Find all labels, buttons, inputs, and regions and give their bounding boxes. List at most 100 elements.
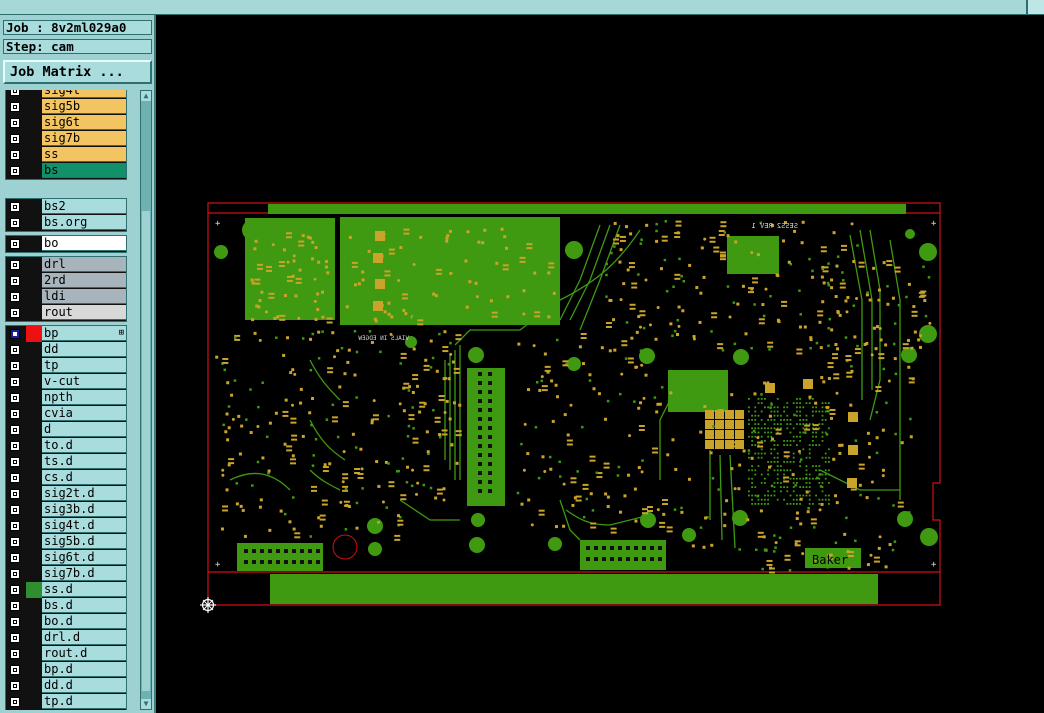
layer-row-sig2t.d[interactable]: sig2t.d <box>6 486 126 502</box>
layer-name[interactable]: dd <box>42 342 126 357</box>
layer-checkbox[interactable] <box>10 329 20 339</box>
layer-name[interactable]: bo <box>42 236 126 251</box>
layer-affected-marker[interactable] <box>26 215 42 231</box>
layer-affected-marker[interactable] <box>26 422 42 438</box>
layer-row-v-cut[interactable]: v-cut <box>6 374 126 390</box>
layer-row-cs.d[interactable]: cs.d <box>6 470 126 486</box>
layer-checkbox[interactable] <box>10 441 20 451</box>
layer-name[interactable]: bs2 <box>42 199 126 214</box>
layer-affected-marker[interactable] <box>26 598 42 614</box>
layer-row-bo[interactable]: bo <box>6 236 126 252</box>
layer-row-bs.d[interactable]: bs.d <box>6 598 126 614</box>
layer-row-rout[interactable]: rout <box>6 305 126 321</box>
layer-row-dd.d[interactable]: dd.d <box>6 678 126 694</box>
layer-affected-marker[interactable] <box>26 199 42 215</box>
layer-row-sig4t.d[interactable]: sig4t.d <box>6 518 126 534</box>
scroll-down-arrow-icon[interactable]: ▼ <box>141 699 151 709</box>
layer-name[interactable]: cvia <box>42 406 126 421</box>
layer-row-rout.d[interactable]: rout.d <box>6 646 126 662</box>
layer-checkbox[interactable] <box>10 617 20 627</box>
layer-checkbox[interactable] <box>10 649 20 659</box>
layer-name[interactable]: sig6t.d <box>42 550 126 565</box>
layer-row-ldi[interactable]: ldi <box>6 289 126 305</box>
layer-checkbox[interactable] <box>10 260 20 270</box>
layer-row-to.d[interactable]: to.d <box>6 438 126 454</box>
layer-checkbox[interactable] <box>10 345 20 355</box>
layer-affected-marker[interactable] <box>26 534 42 550</box>
layer-row-ts.d[interactable]: ts.d <box>6 454 126 470</box>
layer-affected-marker[interactable] <box>26 486 42 502</box>
layer-checkbox[interactable] <box>10 239 20 249</box>
layer-affected-marker[interactable] <box>26 257 42 273</box>
layer-affected-marker[interactable] <box>26 630 42 646</box>
layer-affected-marker[interactable] <box>26 289 42 305</box>
layer-name[interactable]: cs.d <box>42 470 126 485</box>
layer-affected-marker[interactable] <box>26 374 42 390</box>
layer-checkbox[interactable] <box>10 425 20 435</box>
layer-affected-marker[interactable] <box>26 454 42 470</box>
layer-name[interactable]: bs <box>42 163 126 178</box>
layer-affected-marker[interactable] <box>26 163 42 179</box>
layer-name[interactable]: dd.d <box>42 678 126 693</box>
layer-name[interactable]: bp ⊞ <box>42 326 126 341</box>
layer-row-sig6t.d[interactable]: sig6t.d <box>6 550 126 566</box>
layer-name[interactable]: sig7b <box>42 131 126 146</box>
layer-checkbox[interactable] <box>10 377 20 387</box>
layer-name[interactable]: sig7b.d <box>42 566 126 581</box>
layer-affected-marker[interactable] <box>26 131 42 147</box>
layer-checkbox[interactable] <box>10 166 20 176</box>
graphic-view[interactable]: SESS2 REV 1 VIALS IN EDGEW Baker + + + + <box>156 15 1044 713</box>
layer-row-bp[interactable]: bp ⊞ <box>6 326 126 342</box>
layer-row-bs2[interactable]: bs2 <box>6 199 126 215</box>
layer-name[interactable]: sig5b <box>42 99 126 114</box>
layer-checkbox[interactable] <box>10 681 20 691</box>
layer-affected-marker[interactable] <box>26 305 42 321</box>
layer-checkbox[interactable] <box>10 90 20 96</box>
layer-row-2rd[interactable]: 2rd <box>6 273 126 289</box>
layer-checkbox[interactable] <box>10 665 20 675</box>
layer-row-sig7b[interactable]: sig7b <box>6 131 126 147</box>
layer-affected-marker[interactable] <box>26 90 42 99</box>
layer-name[interactable]: ts.d <box>42 454 126 469</box>
layer-affected-marker[interactable] <box>26 273 42 289</box>
layer-checkbox[interactable] <box>10 292 20 302</box>
layer-checkbox[interactable] <box>10 150 20 160</box>
layer-name[interactable]: v-cut <box>42 374 126 389</box>
layer-checkbox[interactable] <box>10 361 20 371</box>
layer-name[interactable]: d <box>42 422 126 437</box>
layer-row-bp.d[interactable]: bp.d <box>6 662 126 678</box>
layer-affected-marker[interactable] <box>26 406 42 422</box>
layer-checkbox[interactable] <box>10 202 20 212</box>
layer-checkbox[interactable] <box>10 218 20 228</box>
layer-row-ss.d[interactable]: ss.d <box>6 582 126 598</box>
layer-row-sig3b.d[interactable]: sig3b.d <box>6 502 126 518</box>
layer-affected-marker[interactable] <box>26 438 42 454</box>
layer-name[interactable]: sig5b.d <box>42 534 126 549</box>
layer-name[interactable]: sig2t.d <box>42 486 126 501</box>
layer-checkbox[interactable] <box>10 697 20 707</box>
layer-checkbox[interactable] <box>10 537 20 547</box>
layer-checkbox[interactable] <box>10 308 20 318</box>
layer-row-npth[interactable]: npth <box>6 390 126 406</box>
layer-checkbox[interactable] <box>10 473 20 483</box>
layer-row-d[interactable]: d <box>6 422 126 438</box>
layer-name[interactable]: sig6t <box>42 115 126 130</box>
expand-icon[interactable]: ⊞ <box>119 328 124 338</box>
layer-name[interactable]: drl <box>42 257 126 272</box>
layer-checkbox[interactable] <box>10 134 20 144</box>
layer-name[interactable]: bs.d <box>42 598 126 613</box>
layer-affected-marker[interactable] <box>26 390 42 406</box>
layer-checkbox[interactable] <box>10 553 20 563</box>
layer-checkbox[interactable] <box>10 633 20 643</box>
layer-checkbox[interactable] <box>10 601 20 611</box>
layer-checkbox[interactable] <box>10 569 20 579</box>
layer-name[interactable]: ldi <box>42 289 126 304</box>
layer-name[interactable]: tp <box>42 358 126 373</box>
layer-affected-marker[interactable] <box>26 502 42 518</box>
layer-row-dd[interactable]: dd <box>6 342 126 358</box>
layer-affected-marker[interactable] <box>26 694 42 710</box>
layer-affected-marker[interactable] <box>26 342 42 358</box>
layer-name[interactable]: bo.d <box>42 614 126 629</box>
layer-affected-marker[interactable] <box>26 236 42 252</box>
layer-row-sig5b.d[interactable]: sig5b.d <box>6 534 126 550</box>
